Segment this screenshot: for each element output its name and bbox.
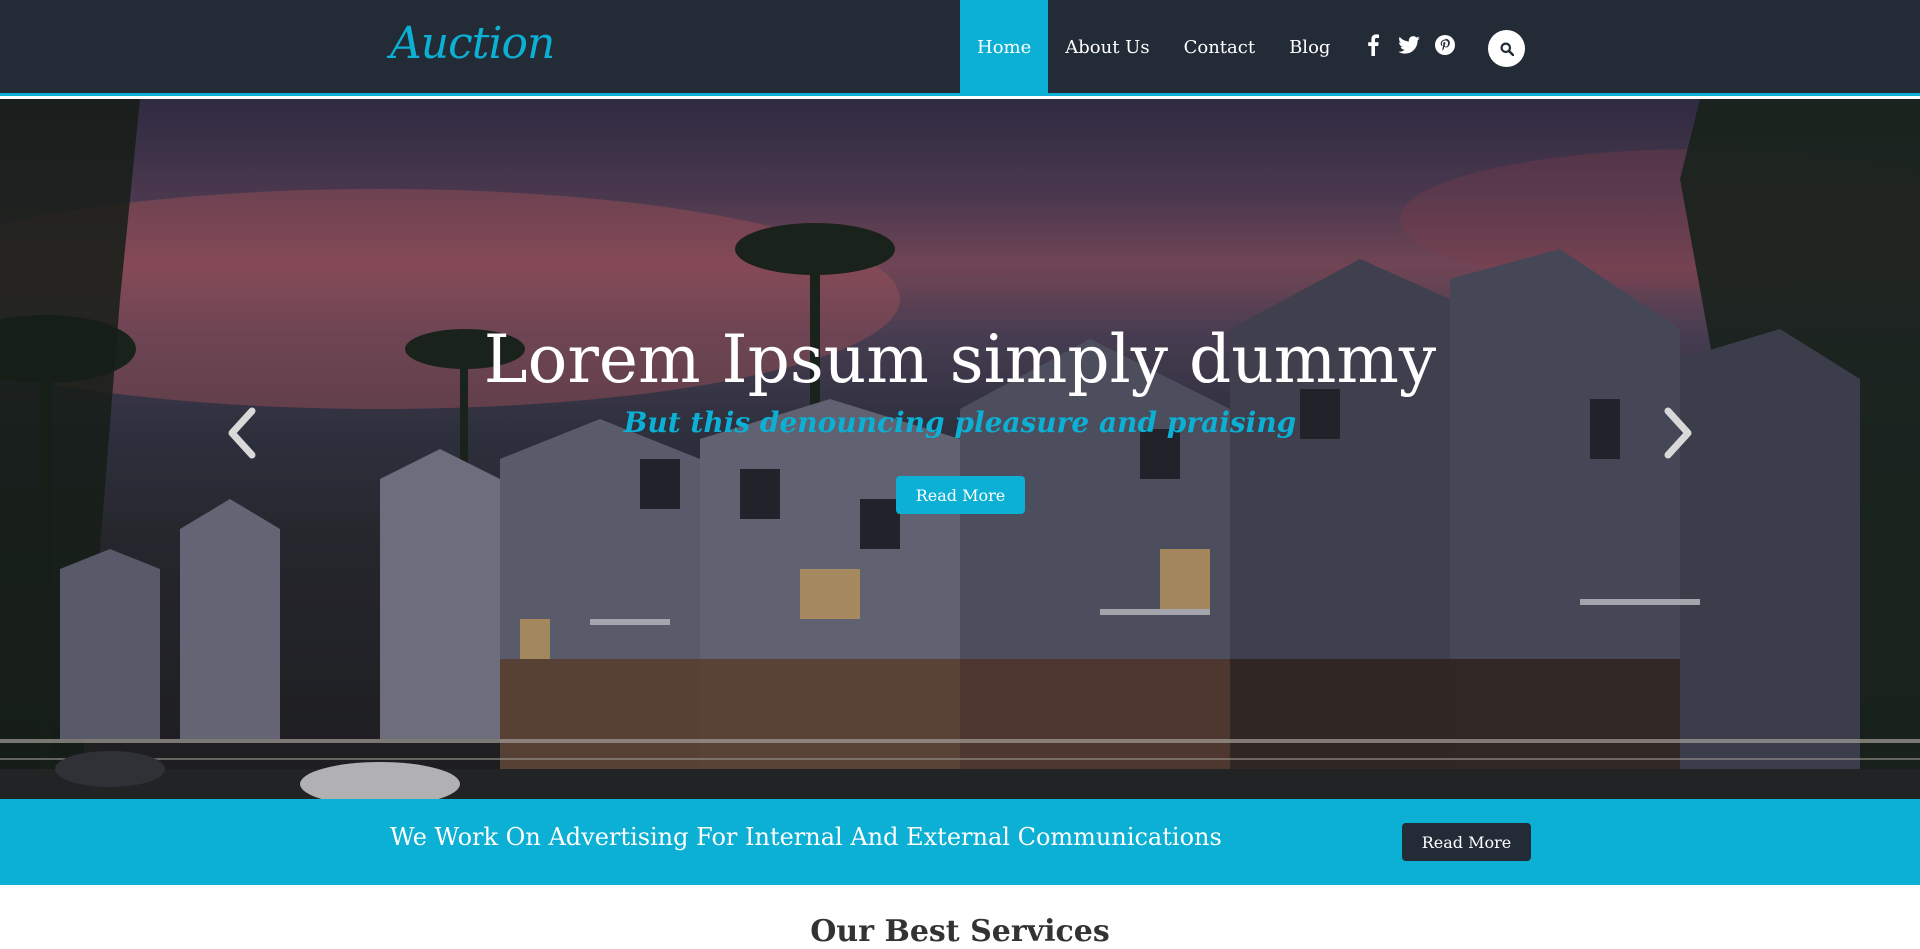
- hero-slider: Lorem Ipsum simply dummy But this denoun…: [0, 99, 1920, 799]
- nav-contact[interactable]: Contact: [1167, 0, 1272, 96]
- banner-text: We Work On Advertising For Internal And …: [390, 823, 1222, 851]
- cta-banner: We Work On Advertising For Internal And …: [0, 799, 1920, 885]
- hero-background-image: [0, 99, 1920, 799]
- hero-subtitle: But this denouncing pleasure and praisin…: [623, 406, 1297, 439]
- nav-home[interactable]: Home: [960, 0, 1049, 96]
- nav-about-us[interactable]: About Us: [1048, 0, 1166, 96]
- nav-blog[interactable]: Blog: [1272, 0, 1347, 96]
- search-icon: [1500, 42, 1514, 56]
- main-nav: Home About Us Contact Blog: [960, 0, 1347, 96]
- hero-title: Lorem Ipsum simply dummy: [483, 321, 1437, 398]
- pinterest-icon[interactable]: [1434, 34, 1456, 56]
- site-logo[interactable]: Auction: [390, 18, 555, 69]
- social-links: [1362, 34, 1456, 56]
- banner-read-more-button[interactable]: Read More: [1402, 823, 1531, 861]
- twitter-icon[interactable]: [1398, 34, 1420, 56]
- site-header: Auction Home About Us Contact Blog: [0, 0, 1920, 96]
- services-title: Our Best Services: [810, 914, 1110, 949]
- hero-read-more-button[interactable]: Read More: [896, 476, 1025, 514]
- search-button[interactable]: [1488, 30, 1525, 67]
- facebook-icon[interactable]: [1362, 34, 1384, 56]
